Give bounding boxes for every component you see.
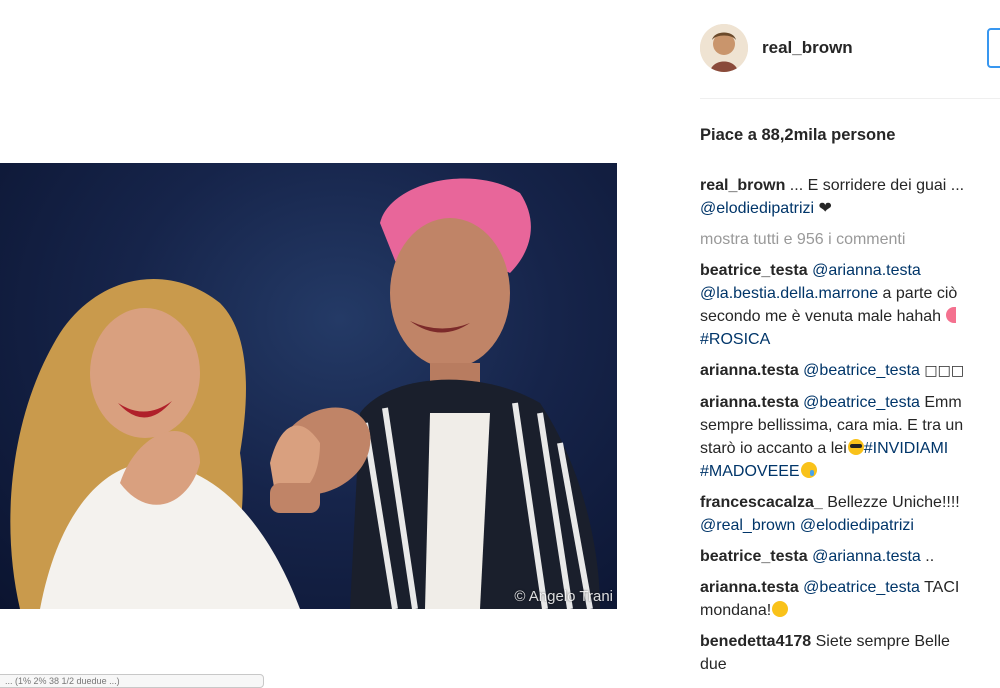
mention-link[interactable]: @beatrice_testa [803,579,920,596]
likes-count[interactable]: Piace a 88,2mila persone [700,126,895,145]
comment-username[interactable]: arianna.testa [700,394,799,411]
divider [700,98,1000,99]
comment-username[interactable]: arianna.testa [700,362,799,379]
comment-item: arianna.testa @beatrice_testa □□□ [700,359,1000,383]
comment-text: .. [920,548,935,565]
comment-username[interactable]: real_brown [700,177,785,194]
comment-text: Emm [919,394,962,411]
hashtag-link[interactable]: #MADOVEEE [700,463,800,480]
comment-item: arianna.testa @beatrice_testa Emm sempre… [700,391,1000,483]
hashtag-link[interactable]: #INVIDIAMI [864,440,948,457]
follow-button[interactable] [987,28,1000,68]
comment-text: mondana! [700,602,772,619]
comment-username[interactable]: beatrice_testa [700,262,808,279]
comment-text: a parte ciò [878,285,958,302]
mention-link[interactable]: @elodiedipatrizi [800,517,914,534]
comment-text: ... E sorridere dei guai ... [785,177,965,194]
post-username[interactable]: real_brown [762,38,853,58]
caption: real_brown ... E sorridere dei guai ... … [700,174,1000,220]
sunglasses-emoji-icon [847,439,864,455]
bottom-bar-stub: ... (1% 2% 38 1/2 duedue ...) [0,674,264,688]
comment-item: francescacalza_ Bellezze Uniche!!!! @rea… [700,491,1000,537]
mention-link[interactable]: @beatrice_testa [803,362,920,379]
mention-link[interactable]: @la.bestia.della.marrone [700,285,878,302]
comment-text: due [700,656,727,673]
mention-link[interactable]: @elodiedipatrizi [700,200,814,217]
comment-item: benedetta4178 Siete sempre Belle due [700,630,1000,676]
comment-text: Siete sempre Belle [811,633,950,650]
hashtag-link[interactable]: #ROSICA [700,331,770,348]
comment-username[interactable]: arianna.testa [700,579,799,596]
comment-username[interactable]: beatrice_testa [700,548,808,565]
photo-credit: © Angelo Trani [514,588,613,605]
comment-item: beatrice_testa @arianna.testa .. [700,545,1000,568]
photo-illustration [10,178,600,609]
comment-username[interactable]: francescacalza_ [700,494,823,511]
mention-link[interactable]: @arianna.testa [812,262,921,279]
mention-link[interactable]: @arianna.testa [812,548,921,565]
comment-text: starò io accanto a lei [700,440,847,457]
comment-text: secondo me è venuta male hahah [700,308,946,325]
mention-link[interactable]: @beatrice_testa [803,394,920,411]
post-photo[interactable]: © Angelo Trani [0,163,617,609]
avatar[interactable] [700,24,748,72]
comments-list: real_brown ... E sorridere dei guai ... … [700,174,1000,676]
comment-text: Bellezze Uniche!!!! [822,494,960,511]
sad-emoji-icon [772,601,789,617]
show-all-comments-link[interactable]: mostra tutti e 956 i commenti [700,228,1000,251]
comment-text: □□□ [919,363,965,379]
mention-link[interactable]: @real_brown [700,517,795,534]
bottom-bar-text: ... (1% 2% 38 1/2 duedue ...) [5,676,120,686]
comment-item: arianna.testa @beatrice_testa TACI monda… [700,576,1000,622]
comment-username[interactable]: benedetta4178 [700,633,811,650]
heart-icon: ❤ [814,200,832,217]
heart-icon [945,307,956,323]
comment-text: sempre bellissima, cara mia. E tra un [700,417,964,434]
crying-emoji-icon [800,462,817,478]
comment-item: beatrice_testa @arianna.testa @la.bestia… [700,259,1000,351]
comment-text: TACI [919,579,960,596]
avatar-illustration [700,24,748,72]
